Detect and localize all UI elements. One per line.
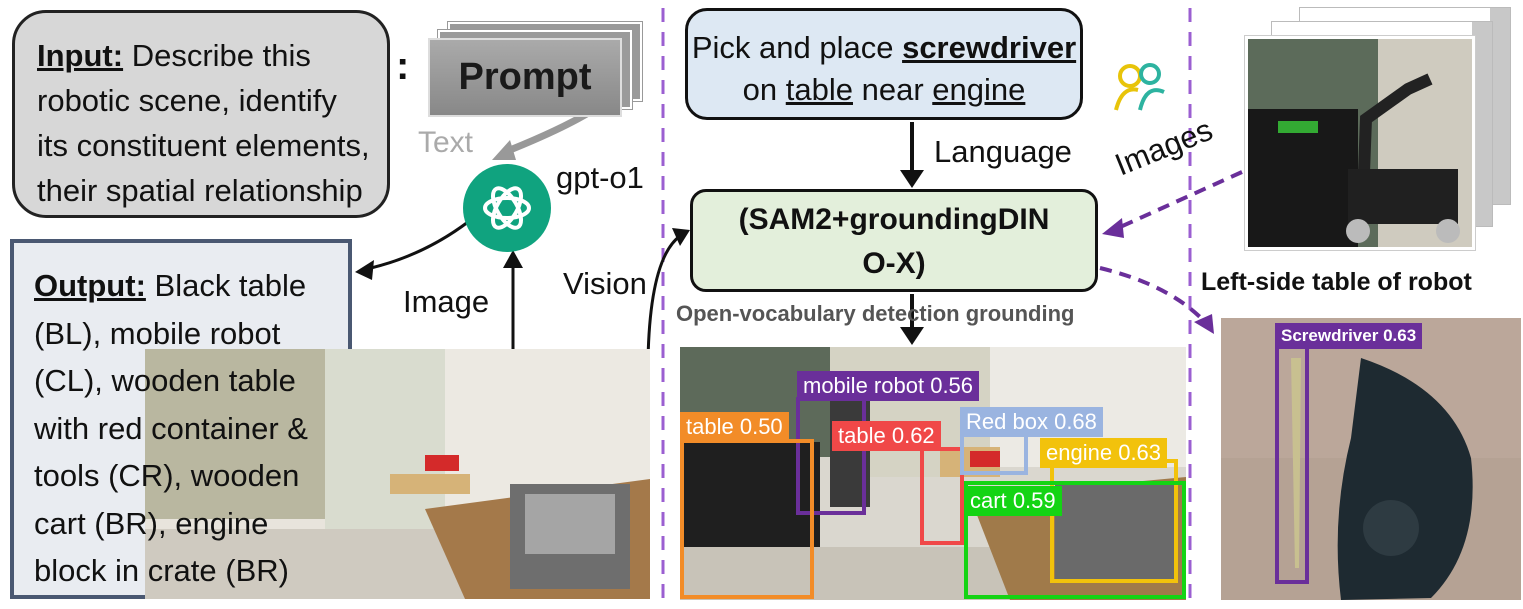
gpt-logo (463, 164, 551, 252)
output-body: Black table (BL), mobile robot (CL), woo… (34, 268, 308, 588)
arrow-prompt-to-gpt (503, 108, 592, 156)
det-label-table-1: table 0.50 (680, 412, 789, 442)
vision-label: Vision (563, 266, 647, 301)
det-label-cart: cart 0.59 (964, 486, 1062, 516)
screwdriver-photo-image (1221, 318, 1521, 600)
robot-photo (1245, 36, 1475, 250)
task-prefix: Pick and place (691, 30, 903, 65)
right-caption: Left-side table of robot (1201, 268, 1472, 296)
arrow-head-prompt (492, 140, 516, 160)
gpt-label: gpt-o1 (556, 160, 644, 195)
det-label-table-2: table 0.62 (832, 421, 941, 451)
language-label: Language (934, 134, 1072, 169)
prompt-colon: : (396, 44, 410, 88)
task-box: Pick and place screwdriver on table near… (685, 8, 1083, 120)
detector-line-1: (SAM2+groundingDIN (738, 203, 1050, 236)
arrow-head-images (1102, 218, 1124, 238)
prompt-card: Prompt (428, 38, 622, 117)
arrow-images-to-model (1117, 170, 1243, 230)
task-line-1: Pick and place screwdriver (688, 27, 1080, 69)
arrow-head-model-vision (672, 228, 690, 246)
robot-photo-image (1248, 39, 1472, 247)
input-box: Input: Describe this robotic scene, iden… (12, 10, 390, 218)
image-label: Image (403, 284, 490, 319)
task-object: screwdriver (902, 30, 1077, 65)
arrow-head-right (1194, 314, 1214, 334)
arrow-head-language (900, 170, 924, 188)
arrow-head-output (355, 260, 374, 280)
task-reference: engine (932, 72, 1026, 107)
text-label: Text (418, 126, 474, 159)
det-label-red-box: Red box 0.68 (960, 407, 1103, 437)
task-line-2: on table near engine (688, 69, 1080, 111)
task-near: near (852, 72, 933, 107)
arrow-head-detection (900, 327, 924, 345)
det-label-engine: engine 0.63 (1040, 438, 1168, 468)
task-on: on (742, 72, 786, 107)
output-text: Output: Black table (BL), mobile robot (… (34, 262, 344, 595)
arrow-gpt-to-output (361, 220, 469, 272)
det-label-screwdriver: Screwdriver 0.63 (1275, 323, 1423, 349)
arrow-head-gpt (503, 250, 523, 268)
openai-icon (483, 186, 531, 230)
detector-line-2: O-X) (862, 247, 926, 280)
detector-box: (SAM2+groundingDIN O-X) (690, 189, 1098, 292)
user-icon (1114, 63, 1165, 111)
screwdriver-photo (1221, 318, 1521, 600)
output-label: Output: (34, 268, 146, 303)
det-label-mobile-robot: mobile robot 0.56 (797, 371, 980, 401)
detector-caption: Open-vocabulary detection grounding (676, 301, 1075, 326)
task-target: table (785, 72, 853, 107)
input-label: Input: (37, 38, 124, 73)
